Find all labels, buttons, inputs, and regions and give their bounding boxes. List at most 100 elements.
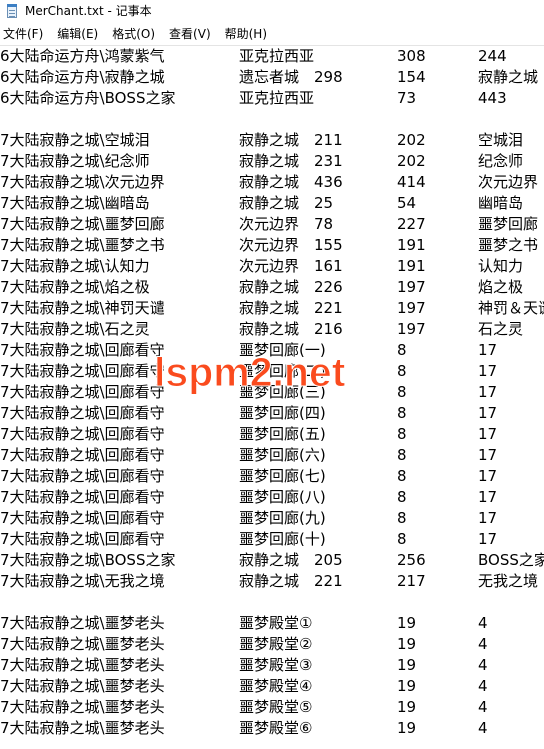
menu-edit[interactable]: 编辑(E) — [50, 23, 105, 45]
line-field-c2: 寂静之城 216 — [239, 320, 343, 338]
line-field-c3: 19 — [397, 614, 417, 632]
line-field-c3: 197 — [397, 320, 426, 338]
line-field-c4: 噩梦之书 — [478, 236, 539, 254]
line-field-c1: 7大陆寂静之城\认知力 — [0, 257, 150, 275]
line-field-c3: 54 — [397, 194, 417, 212]
line-field-c4: 4 — [478, 635, 488, 653]
text-editor-area[interactable]: 6大陆命运方舟\鸿蒙紫气 亚克拉西亚 308 244 6大陆命运方舟\寂静之城 遗忘者城 … — [0, 46, 544, 749]
text-line: 7大陆寂静之城\纪念师 寂静之城 231 202 纪念师 — [0, 151, 544, 172]
text-line: 7大陆寂静之城\焰之极 寂静之城 226 197 焰之极 — [0, 277, 544, 298]
menu-bar: 文件(F) 编辑(E) 格式(O) 查看(V) 帮助(H) — [0, 23, 544, 46]
text-line: 6大陆命运方舟\BOSS之家 亚克拉西亚 73 443 — [0, 88, 544, 109]
line-field-c2: 噩梦回廊(六) — [239, 446, 326, 464]
text-line: 7大陆寂静之城\回廊看守 噩梦回廊(七) 8 17 — [0, 466, 544, 487]
line-field-c1: 7大陆寂静之城\噩梦老头 — [0, 719, 165, 737]
line-field-c1: 7大陆寂静之城\噩梦老头 — [0, 614, 165, 632]
text-line: 7大陆寂静之城\噩梦老头 噩梦殿堂④ 19 4 — [0, 676, 544, 697]
text-line — [0, 592, 544, 613]
line-field-c4: 无我之境 — [478, 572, 539, 590]
line-field-c1: 7大陆寂静之城\回廊看守 — [0, 488, 165, 506]
text-line: 7大陆寂静之城\回廊看守 噩梦回廊(五) 8 17 — [0, 424, 544, 445]
line-field-c4: 幽暗岛 — [478, 194, 524, 212]
line-field-c4: 4 — [478, 677, 488, 695]
menu-format[interactable]: 格式(O) — [105, 23, 162, 45]
line-field-c4: 17 — [478, 362, 498, 380]
line-field-c2: 噩梦回廊(五) — [239, 425, 326, 443]
line-field-c2: 次元边界 78 — [239, 215, 334, 233]
line-field-c1: 7大陆寂静之城\神罚天谴 — [0, 299, 165, 317]
line-field-c1: 7大陆寂静之城\回廊看守 — [0, 509, 165, 527]
text-line: 7大陆寂静之城\回廊看守 噩梦回廊(八) 8 17 — [0, 487, 544, 508]
line-field-c3: 8 — [397, 509, 407, 527]
line-field-c3: 308 — [397, 47, 426, 65]
line-field-c4: 17 — [478, 425, 498, 443]
line-field-c1: 7大陆寂静之城\回廊看守 — [0, 383, 165, 401]
menu-view[interactable]: 查看(V) — [162, 23, 218, 45]
line-field-c1: 7大陆寂静之城\回廊看守 — [0, 425, 165, 443]
line-field-c4: 神罚＆天谴 — [478, 299, 544, 317]
line-field-c1: 7大陆寂静之城\噩梦老头 — [0, 698, 165, 716]
line-field-c2: 噩梦殿堂⑤ — [239, 698, 313, 716]
text-line: 7大陆寂静之城\回廊看守 噩梦回廊(九) 8 17 — [0, 508, 544, 529]
line-field-c3: 19 — [397, 698, 417, 716]
line-field-c2: 寂静之城 226 — [239, 278, 343, 296]
line-field-c1: 7大陆寂静之城\回廊看守 — [0, 341, 165, 359]
line-field-c4: 17 — [478, 488, 498, 506]
line-field-c2: 噩梦殿堂① — [239, 614, 313, 632]
watermark-text: lspm2.net — [153, 349, 346, 396]
menu-help[interactable]: 帮助(H) — [218, 23, 274, 45]
title-bar[interactable]: MerChant.txt - 记事本 — [0, 0, 544, 23]
line-field-c3: 202 — [397, 131, 426, 149]
menu-file[interactable]: 文件(F) — [0, 23, 50, 45]
line-field-c3: 8 — [397, 446, 407, 464]
line-field-c2: 寂静之城 25 — [239, 194, 334, 212]
line-field-c1: 6大陆命运方舟\寂静之城 — [0, 68, 165, 86]
line-field-c4: 4 — [478, 656, 488, 674]
line-field-c4: 17 — [478, 446, 498, 464]
text-line: 7大陆寂静之城\神罚天谴 寂静之城 221 197 神罚＆天谴 — [0, 298, 544, 319]
line-field-c3: 191 — [397, 257, 426, 275]
line-field-c1: 7大陆寂静之城\回廊看守 — [0, 362, 165, 380]
text-line: 6大陆命运方舟\寂静之城 遗忘者城 298 154 寂静之城 — [0, 67, 544, 88]
line-field-c3: 227 — [397, 215, 426, 233]
line-field-c4: 17 — [478, 404, 498, 422]
text-line: 7大陆寂静之城\认知力 次元边界 161 191 认知力 — [0, 256, 544, 277]
line-field-c1: 7大陆寂静之城\噩梦之书 — [0, 236, 165, 254]
line-field-c2: 噩梦殿堂③ — [239, 656, 313, 674]
line-field-c4: 244 — [478, 47, 507, 65]
line-field-c2: 噩梦回廊(四) — [239, 404, 326, 422]
line-field-c3: 8 — [397, 425, 407, 443]
notepad-window: MerChant.txt - 记事本 文件(F) 编辑(E) 格式(O) 查看(… — [0, 0, 544, 749]
line-field-c4: 17 — [478, 341, 498, 359]
text-line: 7大陆寂静之城\回廊看守 噩梦回廊(六) 8 17 — [0, 445, 544, 466]
line-field-c1: 7大陆寂静之城\回廊看守 — [0, 404, 165, 422]
line-field-c2: 亚克拉西亚 — [239, 89, 315, 107]
text-line: 7大陆寂静之城\回廊看守 噩梦回廊(四) 8 17 — [0, 403, 544, 424]
line-field-c2: 遗忘者城 298 — [239, 68, 343, 86]
line-field-c2: 噩梦回廊(九) — [239, 509, 326, 527]
line-field-c4: 寂静之城 — [478, 68, 539, 86]
text-line: 7大陆寂静之城\噩梦老头 噩梦殿堂② 19 4 — [0, 634, 544, 655]
line-field-c4: 空城泪 — [478, 131, 524, 149]
line-field-c4: 噩梦回廊 — [478, 215, 539, 233]
line-field-c1: 7大陆寂静之城\空城泪 — [0, 131, 150, 149]
window-title: MerChant.txt - 记事本 — [25, 4, 152, 18]
line-field-c2: 寂静之城 211 — [239, 131, 343, 149]
text-line: 7大陆寂静之城\无我之境 寂静之城 221 217 无我之境 — [0, 571, 544, 592]
line-field-c1: 7大陆寂静之城\噩梦回廊 — [0, 215, 165, 233]
line-field-c2: 亚克拉西亚 — [239, 47, 315, 65]
line-field-c3: 256 — [397, 551, 426, 569]
line-field-c4: 4 — [478, 698, 488, 716]
text-line: 7大陆寂静之城\噩梦之书 次元边界 155 191 噩梦之书 — [0, 235, 544, 256]
line-field-c4: 17 — [478, 509, 498, 527]
text-line: 7大陆寂静之城\噩梦老头 噩梦殿堂⑤ 19 4 — [0, 697, 544, 718]
line-field-c4: 17 — [478, 530, 498, 548]
line-field-c3: 8 — [397, 467, 407, 485]
line-field-c2: 寂静之城 205 — [239, 551, 343, 569]
line-field-c1: 7大陆寂静之城\焰之极 — [0, 278, 150, 296]
line-field-c3: 197 — [397, 299, 426, 317]
line-field-c4: 443 — [478, 89, 507, 107]
line-field-c2: 噩梦回廊(八) — [239, 488, 326, 506]
line-field-c3: 19 — [397, 719, 417, 737]
line-field-c4: 认知力 — [478, 257, 524, 275]
